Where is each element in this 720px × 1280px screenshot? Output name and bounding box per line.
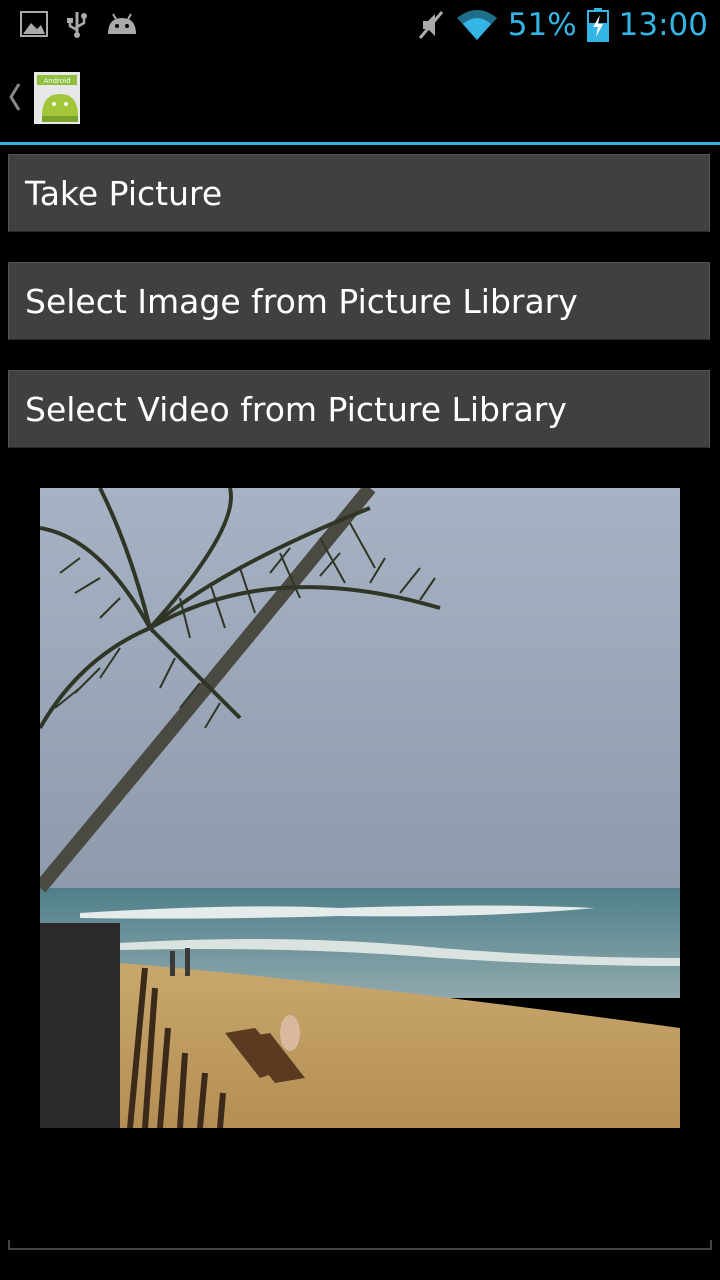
- select-image-label: Select Image from Picture Library: [25, 281, 578, 321]
- clock: 13:00: [618, 7, 708, 43]
- status-bar: 51% 13:00: [0, 0, 720, 50]
- take-picture-button[interactable]: Take Picture: [8, 154, 710, 232]
- battery-percent: 51%: [507, 7, 577, 43]
- image-preview: [40, 488, 680, 1128]
- bottom-divider-left-tick: [8, 1240, 10, 1250]
- mute-icon: [418, 11, 443, 39]
- wifi-icon: [456, 10, 497, 40]
- usb-icon: [67, 12, 87, 38]
- take-picture-label: Take Picture: [25, 173, 223, 213]
- action-bar: [0, 50, 720, 142]
- select-video-button[interactable]: Select Video from Picture Library: [8, 370, 710, 448]
- app-icon-label: Android: [43, 77, 70, 85]
- select-image-button[interactable]: Select Image from Picture Library: [8, 262, 710, 340]
- android-app-icon[interactable]: Android: [34, 72, 80, 124]
- select-video-label: Select Video from Picture Library: [25, 389, 567, 429]
- bottom-divider: [8, 1248, 712, 1250]
- bottom-divider-right-tick: [710, 1240, 712, 1250]
- action-bar-divider: [0, 142, 720, 145]
- battery-charging-icon: [586, 8, 609, 42]
- gallery-icon: [20, 11, 48, 37]
- chevron-left-icon[interactable]: [8, 80, 22, 114]
- android-debug-icon: [108, 13, 136, 34]
